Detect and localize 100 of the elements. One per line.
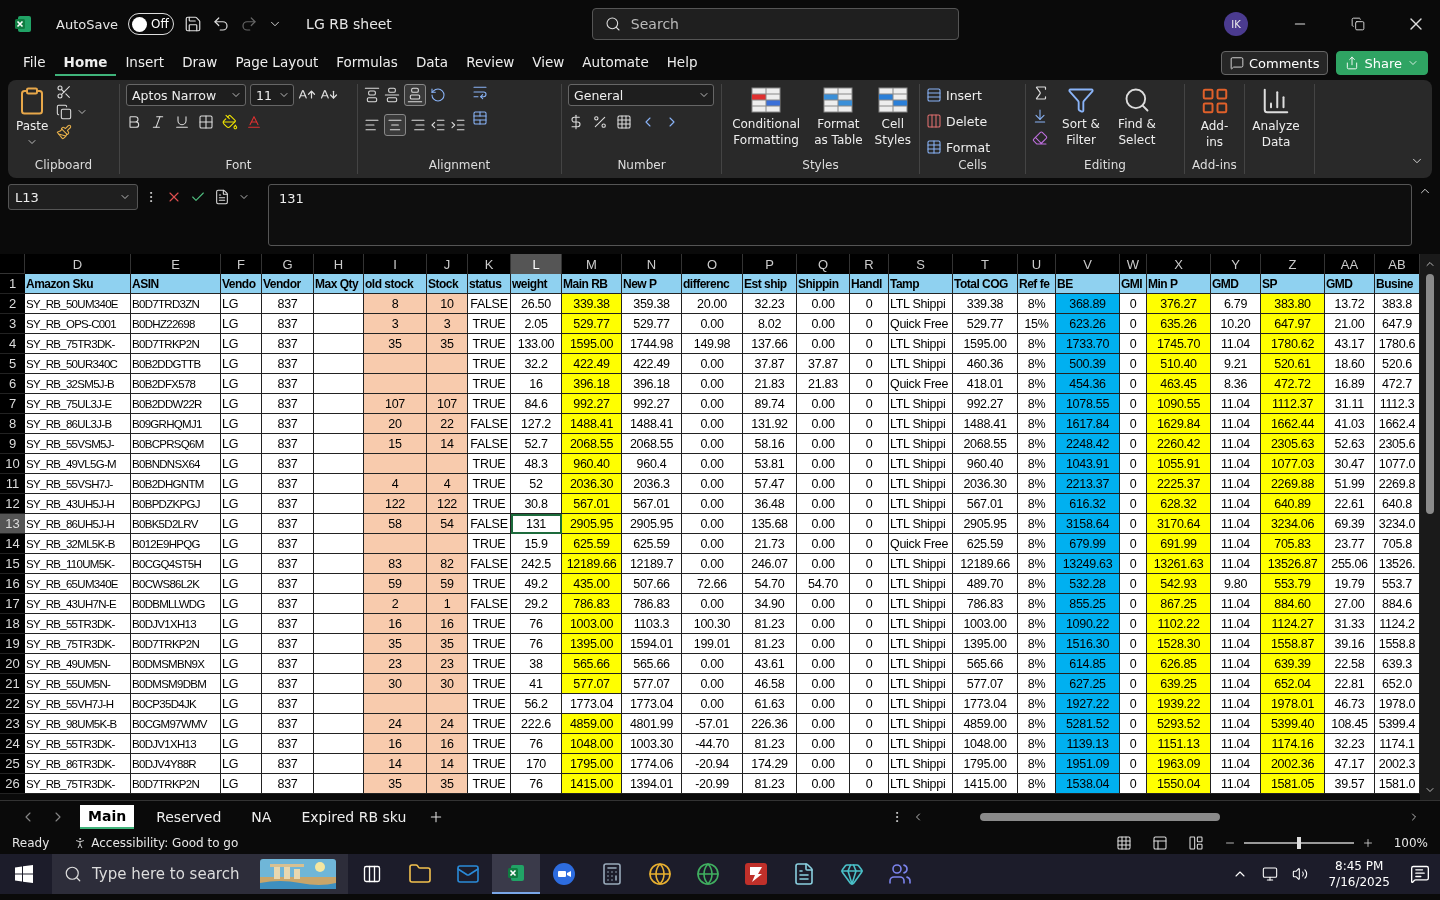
column-letter[interactable]: U xyxy=(1018,254,1056,274)
column-letter[interactable]: M xyxy=(562,254,622,274)
column-letter[interactable]: D xyxy=(25,254,131,274)
row-number[interactable]: 17 xyxy=(0,594,25,614)
vertical-scrollbar[interactable] xyxy=(1420,254,1440,800)
format-as-table-button[interactable]: Format as Table xyxy=(810,84,867,150)
delete-button[interactable]: Delete xyxy=(926,110,991,132)
scrollbar-thumb[interactable] xyxy=(980,812,1220,821)
wrap-text-icon[interactable] xyxy=(472,84,488,100)
row-number[interactable]: 26 xyxy=(0,774,25,794)
comments-button[interactable]: Comments xyxy=(1221,51,1329,75)
menu-tab[interactable]: Help xyxy=(657,50,707,76)
align-right-icon[interactable] xyxy=(410,117,426,133)
analyze-data-button[interactable]: Analyze Data xyxy=(1251,84,1301,152)
currency-icon[interactable] xyxy=(568,114,584,130)
column-letter[interactable]: L xyxy=(511,254,562,274)
document-app-icon[interactable] xyxy=(792,862,816,886)
merge-icon[interactable] xyxy=(472,110,488,126)
menu-tab[interactable]: Home xyxy=(54,50,117,76)
borders-icon[interactable] xyxy=(198,114,214,130)
formula-field[interactable]: 131 xyxy=(268,184,1412,246)
format-button[interactable]: Format xyxy=(926,136,991,158)
row-number[interactable]: 24 xyxy=(0,734,25,754)
row-number[interactable]: 12 xyxy=(0,494,25,514)
user-avatar[interactable]: IK xyxy=(1224,12,1248,36)
bold-icon[interactable] xyxy=(126,114,142,130)
align-bottom-icon[interactable] xyxy=(407,87,423,103)
menu-tab[interactable]: View xyxy=(523,50,574,76)
row-number[interactable]: 9 xyxy=(0,434,25,454)
normal-view-icon[interactable] xyxy=(1115,835,1132,851)
italic-icon[interactable] xyxy=(150,114,166,130)
column-letter[interactable]: P xyxy=(743,254,797,274)
video-call-icon[interactable] xyxy=(552,862,576,886)
browser-icon[interactable] xyxy=(648,862,672,886)
page-layout-icon[interactable] xyxy=(1151,835,1168,851)
column-letter[interactable]: AA xyxy=(1325,254,1375,274)
row-number[interactable]: 11 xyxy=(0,474,25,494)
search-field[interactable]: Search xyxy=(591,8,959,40)
volume-icon[interactable] xyxy=(1292,866,1309,882)
row-number[interactable]: 21 xyxy=(0,674,25,694)
page-break-icon[interactable] xyxy=(1187,835,1204,851)
align-center-icon[interactable] xyxy=(387,117,403,133)
align-top-icon[interactable] xyxy=(364,87,380,103)
scrollbar-thumb[interactable] xyxy=(1426,274,1434,514)
menu-tab[interactable]: Review xyxy=(457,50,524,76)
clear-icon[interactable] xyxy=(1032,130,1048,146)
row-number[interactable]: 8 xyxy=(0,414,25,434)
column-letter[interactable]: Y xyxy=(1211,254,1261,274)
row-number[interactable]: 15 xyxy=(0,554,25,574)
zoom-thumb[interactable] xyxy=(1296,837,1301,849)
row-number[interactable]: 13 xyxy=(0,514,25,534)
sheet-tab[interactable]: Reserved xyxy=(148,805,230,828)
column-letter[interactable]: O xyxy=(682,254,743,274)
zoom-slider[interactable] xyxy=(1243,837,1354,849)
calculator-icon[interactable] xyxy=(600,862,624,886)
column-letter[interactable]: K xyxy=(468,254,511,274)
accessibility-status[interactable]: Accessibility: Good to go xyxy=(91,836,239,850)
column-letter[interactable]: Z xyxy=(1261,254,1325,274)
align-middle-icon[interactable] xyxy=(384,87,400,103)
row-number[interactable]: 7 xyxy=(0,394,25,414)
row-number[interactable]: 22 xyxy=(0,694,25,714)
column-letter[interactable]: J xyxy=(427,254,468,274)
column-letter[interactable]: X xyxy=(1147,254,1211,274)
name-box[interactable]: L13 xyxy=(8,184,138,210)
restore-icon[interactable] xyxy=(1351,17,1365,31)
paintbrush-icon[interactable] xyxy=(56,124,73,140)
windows-icon[interactable] xyxy=(15,865,33,883)
column-letter[interactable]: T xyxy=(953,254,1018,274)
zoom-level[interactable]: 100% xyxy=(1393,836,1428,850)
find-select-button[interactable]: Find & Select xyxy=(1112,84,1162,150)
row-number[interactable]: 16 xyxy=(0,574,25,594)
paste-button[interactable]: Paste xyxy=(14,84,51,150)
add-ins-button[interactable]: Add-ins xyxy=(1191,84,1238,152)
font-size-dropdown[interactable]: 11 xyxy=(250,84,294,106)
notifications-icon[interactable] xyxy=(1410,864,1430,884)
row-number[interactable]: 2 xyxy=(0,294,25,314)
menu-tab[interactable]: Page Layout xyxy=(226,50,328,76)
cell-styles-button[interactable]: Cell Styles xyxy=(872,84,913,150)
sheet-tab[interactable]: Expired RB sku xyxy=(293,805,415,828)
column-letter[interactable]: G xyxy=(262,254,314,274)
row-number[interactable]: 4 xyxy=(0,334,25,354)
row-number[interactable]: 5 xyxy=(0,354,25,374)
insert-button[interactable]: Insert xyxy=(926,84,991,106)
browser-icon[interactable] xyxy=(696,862,720,886)
sort-filter-button[interactable]: Sort & Filter xyxy=(1056,84,1106,150)
row-number[interactable]: 1 xyxy=(0,274,25,294)
row-number[interactable]: 23 xyxy=(0,714,25,734)
menu-tab[interactable]: Insert xyxy=(116,50,174,76)
save-icon[interactable] xyxy=(184,15,203,33)
percent-icon[interactable] xyxy=(592,114,608,130)
row-number[interactable]: 18 xyxy=(0,614,25,634)
column-letter[interactable]: V xyxy=(1056,254,1120,274)
document-title[interactable]: LG RB sheet xyxy=(306,16,392,32)
column-letter[interactable]: I xyxy=(364,254,427,274)
folder-icon[interactable] xyxy=(408,862,432,886)
mail-icon[interactable] xyxy=(456,862,480,886)
font-color-icon[interactable] xyxy=(246,114,262,130)
task-view-icon[interactable] xyxy=(362,864,382,884)
row-number[interactable]: 10 xyxy=(0,454,25,474)
row-number[interactable]: 25 xyxy=(0,754,25,774)
